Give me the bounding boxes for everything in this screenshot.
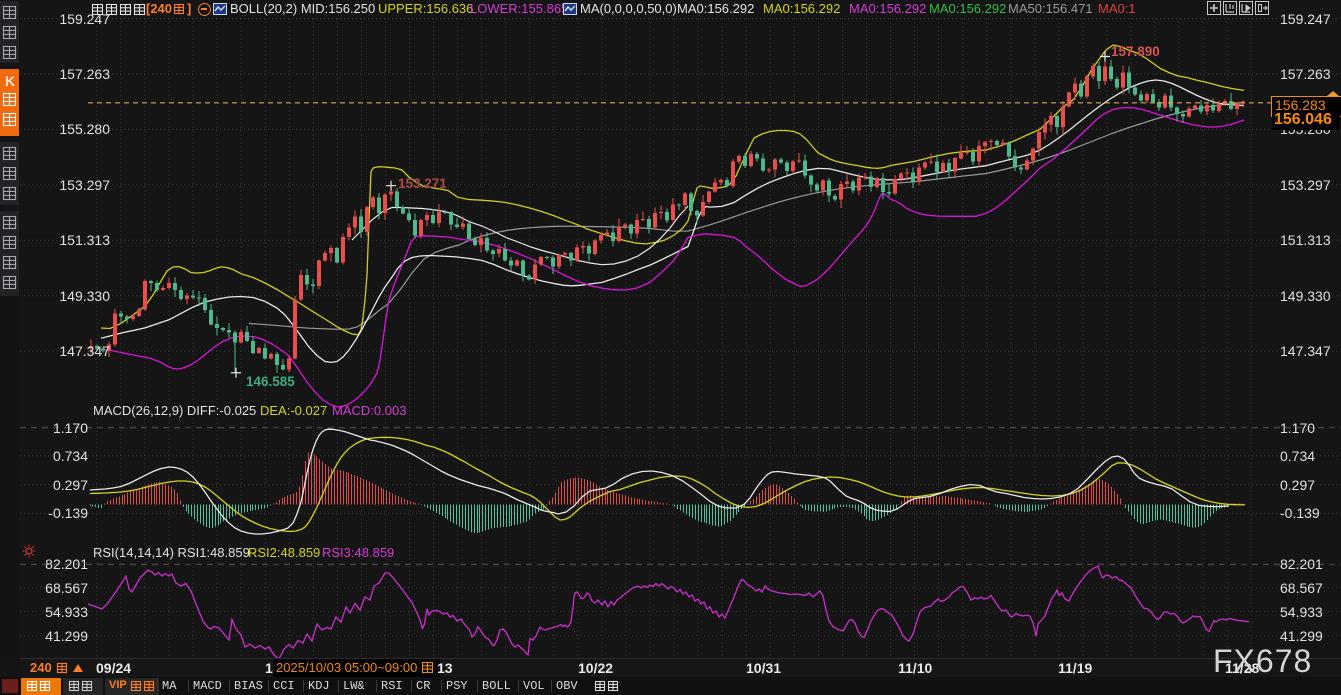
svg-text:157.890: 157.890 bbox=[1111, 44, 1160, 59]
svg-text:153.271: 153.271 bbox=[398, 176, 447, 191]
svg-text:146.585: 146.585 bbox=[246, 374, 295, 389]
